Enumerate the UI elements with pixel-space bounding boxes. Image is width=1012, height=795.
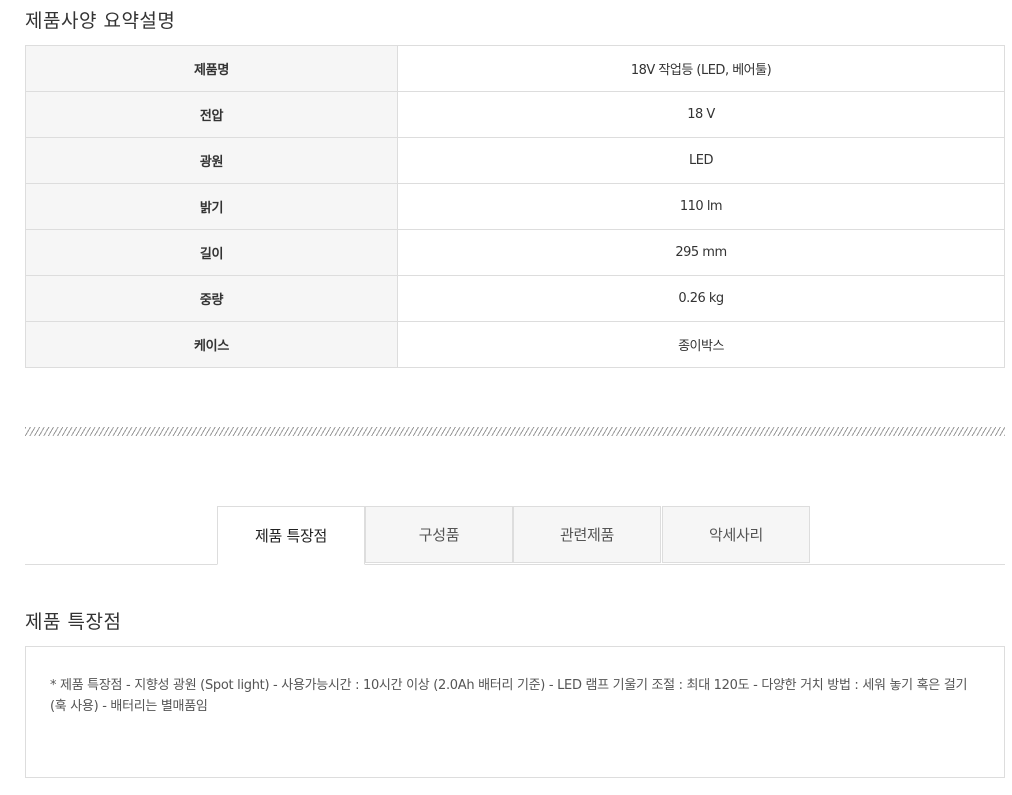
table-row: 광원 LED [25, 137, 1005, 184]
tab-features[interactable]: 제품 특장점 [217, 506, 365, 565]
features-description-box: * 제품 특장점 - 지향성 광원 (Spot light) - 사용가능시간 … [25, 646, 1005, 778]
features-section-title: 제품 특장점 [25, 611, 122, 633]
spec-label: 제품명 [25, 45, 398, 92]
table-row: 중량 0.26 kg [25, 275, 1005, 322]
spec-label: 전압 [25, 91, 398, 138]
spec-label: 광원 [25, 137, 398, 184]
features-description: * 제품 특장점 - 지향성 광원 (Spot light) - 사용가능시간 … [50, 678, 968, 714]
spec-table: 제품명 18V 작업등 (LED, 베어툴) 전압 18 V 광원 LED 밝기… [25, 45, 1005, 368]
spec-label: 밝기 [25, 183, 398, 230]
tab-related-products[interactable]: 관련제품 [513, 506, 661, 563]
hatch-divider [25, 427, 1005, 436]
spec-value: 0.26 kg [397, 275, 1005, 322]
spec-label: 케이스 [25, 321, 398, 368]
tab-components[interactable]: 구성품 [365, 506, 513, 563]
product-tabs: 제품 특장점 구성품 관련제품 악세사리 [25, 506, 1005, 565]
spec-label: 중량 [25, 275, 398, 322]
spec-label: 길이 [25, 229, 398, 276]
table-row: 전압 18 V [25, 91, 1005, 138]
spec-value: 110 lm [397, 183, 1005, 230]
table-row: 케이스 종이박스 [25, 321, 1005, 368]
table-row: 제품명 18V 작업등 (LED, 베어툴) [25, 45, 1005, 92]
spec-section-title: 제품사양 요약설명 [25, 10, 176, 32]
spec-value: 18 V [397, 91, 1005, 138]
spec-value: 295 mm [397, 229, 1005, 276]
spec-value: LED [397, 137, 1005, 184]
spec-value: 종이박스 [397, 321, 1005, 368]
table-row: 길이 295 mm [25, 229, 1005, 276]
spec-value: 18V 작업등 (LED, 베어툴) [397, 45, 1005, 92]
table-row: 밝기 110 lm [25, 183, 1005, 230]
tab-accessories[interactable]: 악세사리 [662, 506, 810, 563]
